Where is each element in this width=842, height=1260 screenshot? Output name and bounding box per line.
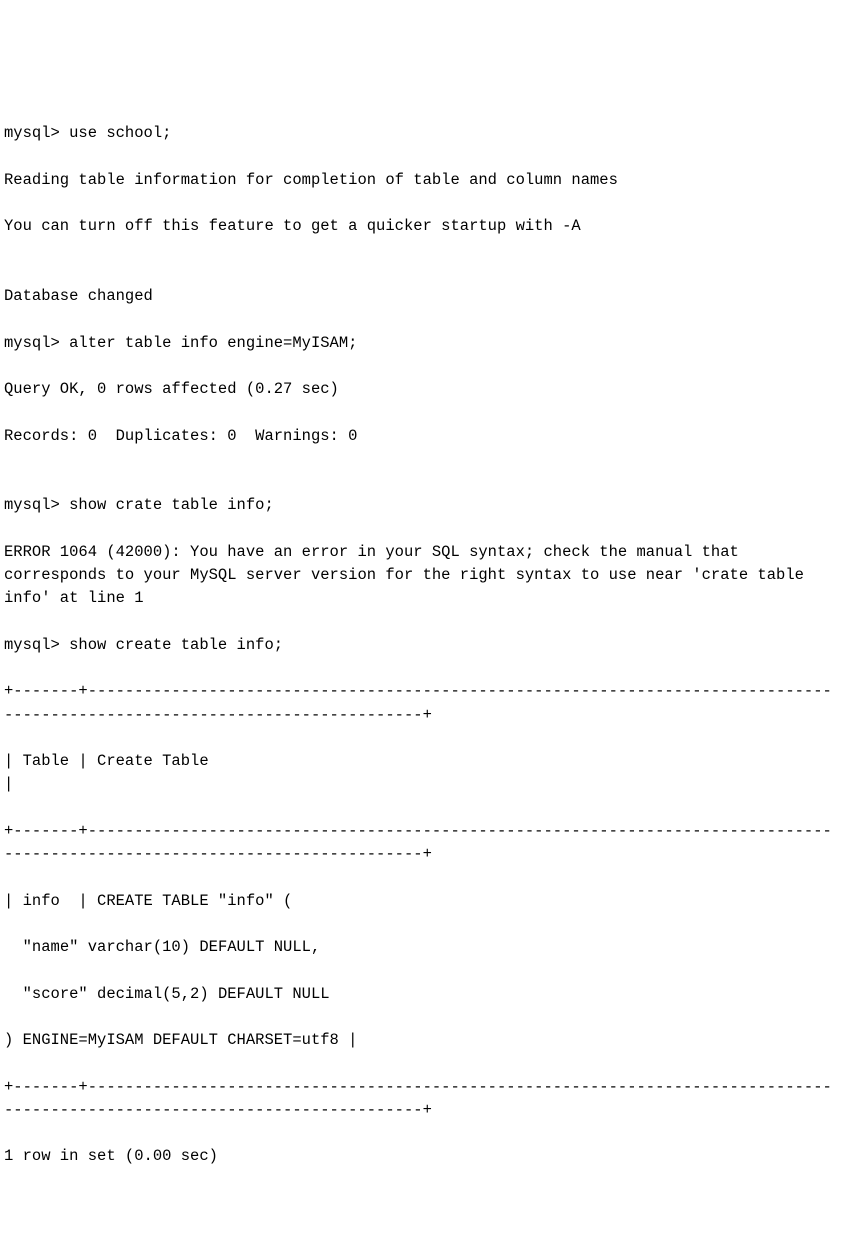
output-line: 1 row in set (0.00 sec) [4, 1145, 838, 1168]
output-line: Records: 0 Duplicates: 0 Warnings: 0 [4, 425, 838, 448]
table-border: +-------+-------------------------------… [4, 820, 838, 867]
output-line: Reading table information for completion… [4, 169, 838, 192]
output-line: Database changed [4, 285, 838, 308]
prompt-line: mysql> use school; [4, 122, 838, 145]
table-row: | info | CREATE TABLE "info" ( [4, 890, 838, 913]
terminal-output: mysql> use school; Reading table informa… [4, 99, 838, 1192]
error-line: ERROR 1064 (42000): You have an error in… [4, 541, 838, 611]
table-border: +-------+-------------------------------… [4, 1076, 838, 1123]
output-line: You can turn off this feature to get a q… [4, 215, 838, 238]
prompt-line: mysql> alter table info engine=MyISAM; [4, 332, 838, 355]
table-header: | Table | Create Table | [4, 750, 838, 797]
prompt-line: mysql> show crate table info; [4, 494, 838, 517]
table-border: +-------+-------------------------------… [4, 680, 838, 727]
table-row: "score" decimal(5,2) DEFAULT NULL [4, 983, 838, 1006]
table-row: ) ENGINE=MyISAM DEFAULT CHARSET=utf8 | [4, 1029, 838, 1052]
prompt-line: mysql> show create table info; [4, 634, 838, 657]
output-line: Query OK, 0 rows affected (0.27 sec) [4, 378, 838, 401]
table-row: "name" varchar(10) DEFAULT NULL, [4, 936, 838, 959]
